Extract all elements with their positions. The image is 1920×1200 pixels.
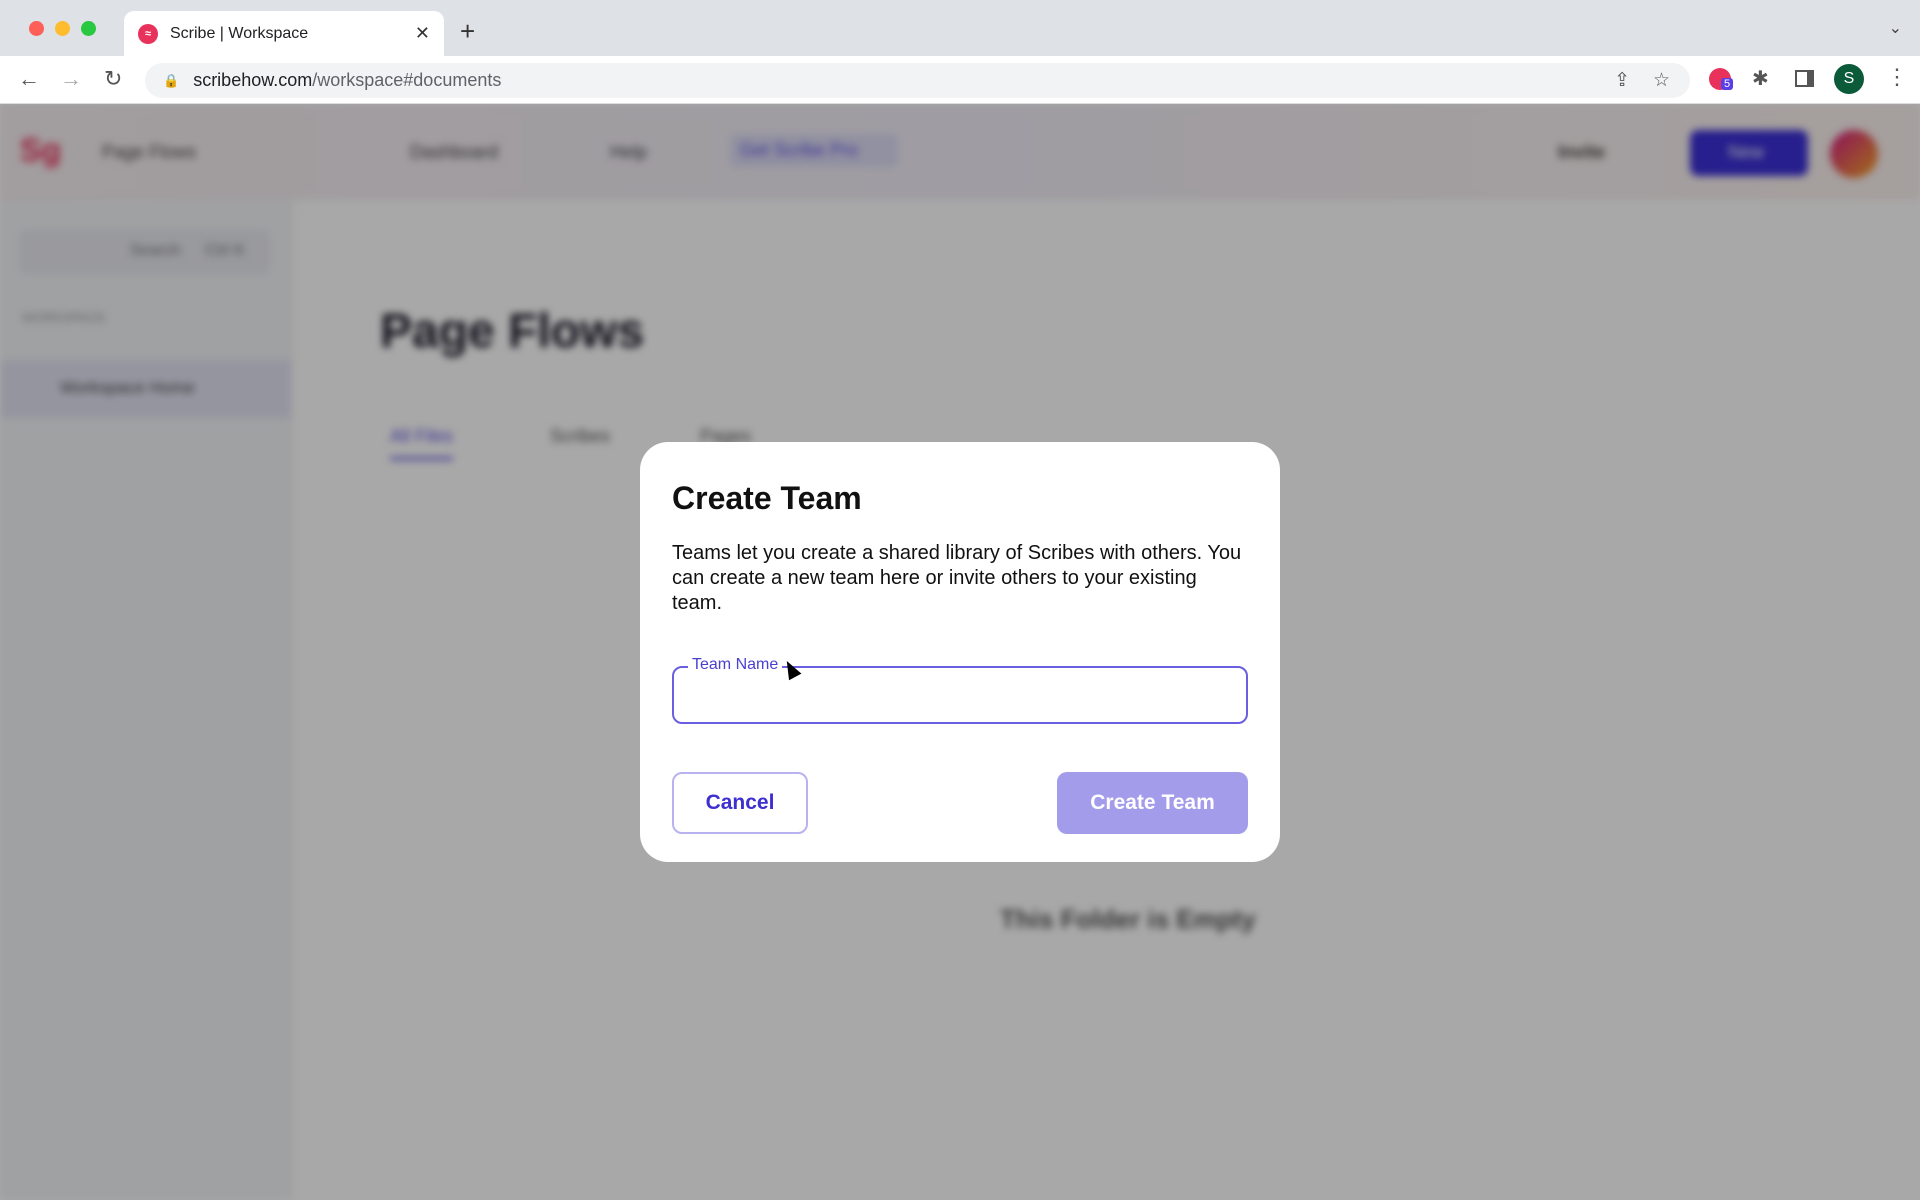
browser-toolbar: ← → ↻ 🔒 scribehow.com/workspace#document… [0,56,1920,104]
team-name-input[interactable] [674,668,1246,722]
url-host: scribehow.com [193,70,313,90]
scribe-extension-icon[interactable]: 5 [1709,68,1734,95]
kebab-menu-icon[interactable]: ⋮ [1886,64,1908,90]
extension-badge: 5 [1721,78,1734,90]
address-bar[interactable]: 🔒 scribehow.com/workspace#documents ⇪ ☆ [145,63,1690,98]
create-team-dialog: Create Team Teams let you create a share… [640,442,1280,862]
close-window-button[interactable] [29,21,44,36]
back-arrow-icon[interactable]: ← [18,66,40,92]
lock-icon: 🔒 [163,72,180,88]
tab-title: Scribe | Workspace [170,24,309,42]
create-team-button[interactable]: Create Team [1057,772,1248,834]
profile-avatar[interactable]: S [1834,64,1864,94]
forward-arrow-icon[interactable]: → [60,66,82,92]
team-name-field: Team Name [672,656,1248,724]
reload-icon[interactable]: ↻ [104,66,122,92]
sidebar-icon[interactable] [1795,70,1814,87]
scribe-favicon-icon: ≈ [138,23,158,44]
maximize-window-button[interactable] [81,21,96,36]
browser-tab[interactable]: ≈ Scribe | Workspace ✕ [124,11,444,56]
puzzle-icon[interactable]: ✱ [1752,66,1769,91]
dialog-title: Create Team [672,480,862,516]
browser-tab-bar: ≈ Scribe | Workspace ✕ + ⌄ [0,0,1920,56]
new-tab-icon[interactable]: + [460,16,475,47]
page-content: Sg Page Flows Dashboard Help Get Scribe … [0,104,1920,1200]
team-name-label: Team Name [688,656,783,674]
dialog-description: Teams let you create a shared library of… [672,542,1242,614]
close-tab-icon[interactable]: ✕ [415,23,430,44]
cancel-button[interactable]: Cancel [672,772,808,834]
url-path: /workspace#documents [312,70,502,90]
star-icon[interactable]: ☆ [1653,69,1670,92]
minimize-window-button[interactable] [55,21,70,36]
tab-search-chevron-icon[interactable]: ⌄ [1889,18,1902,38]
share-icon[interactable]: ⇪ [1614,69,1630,92]
